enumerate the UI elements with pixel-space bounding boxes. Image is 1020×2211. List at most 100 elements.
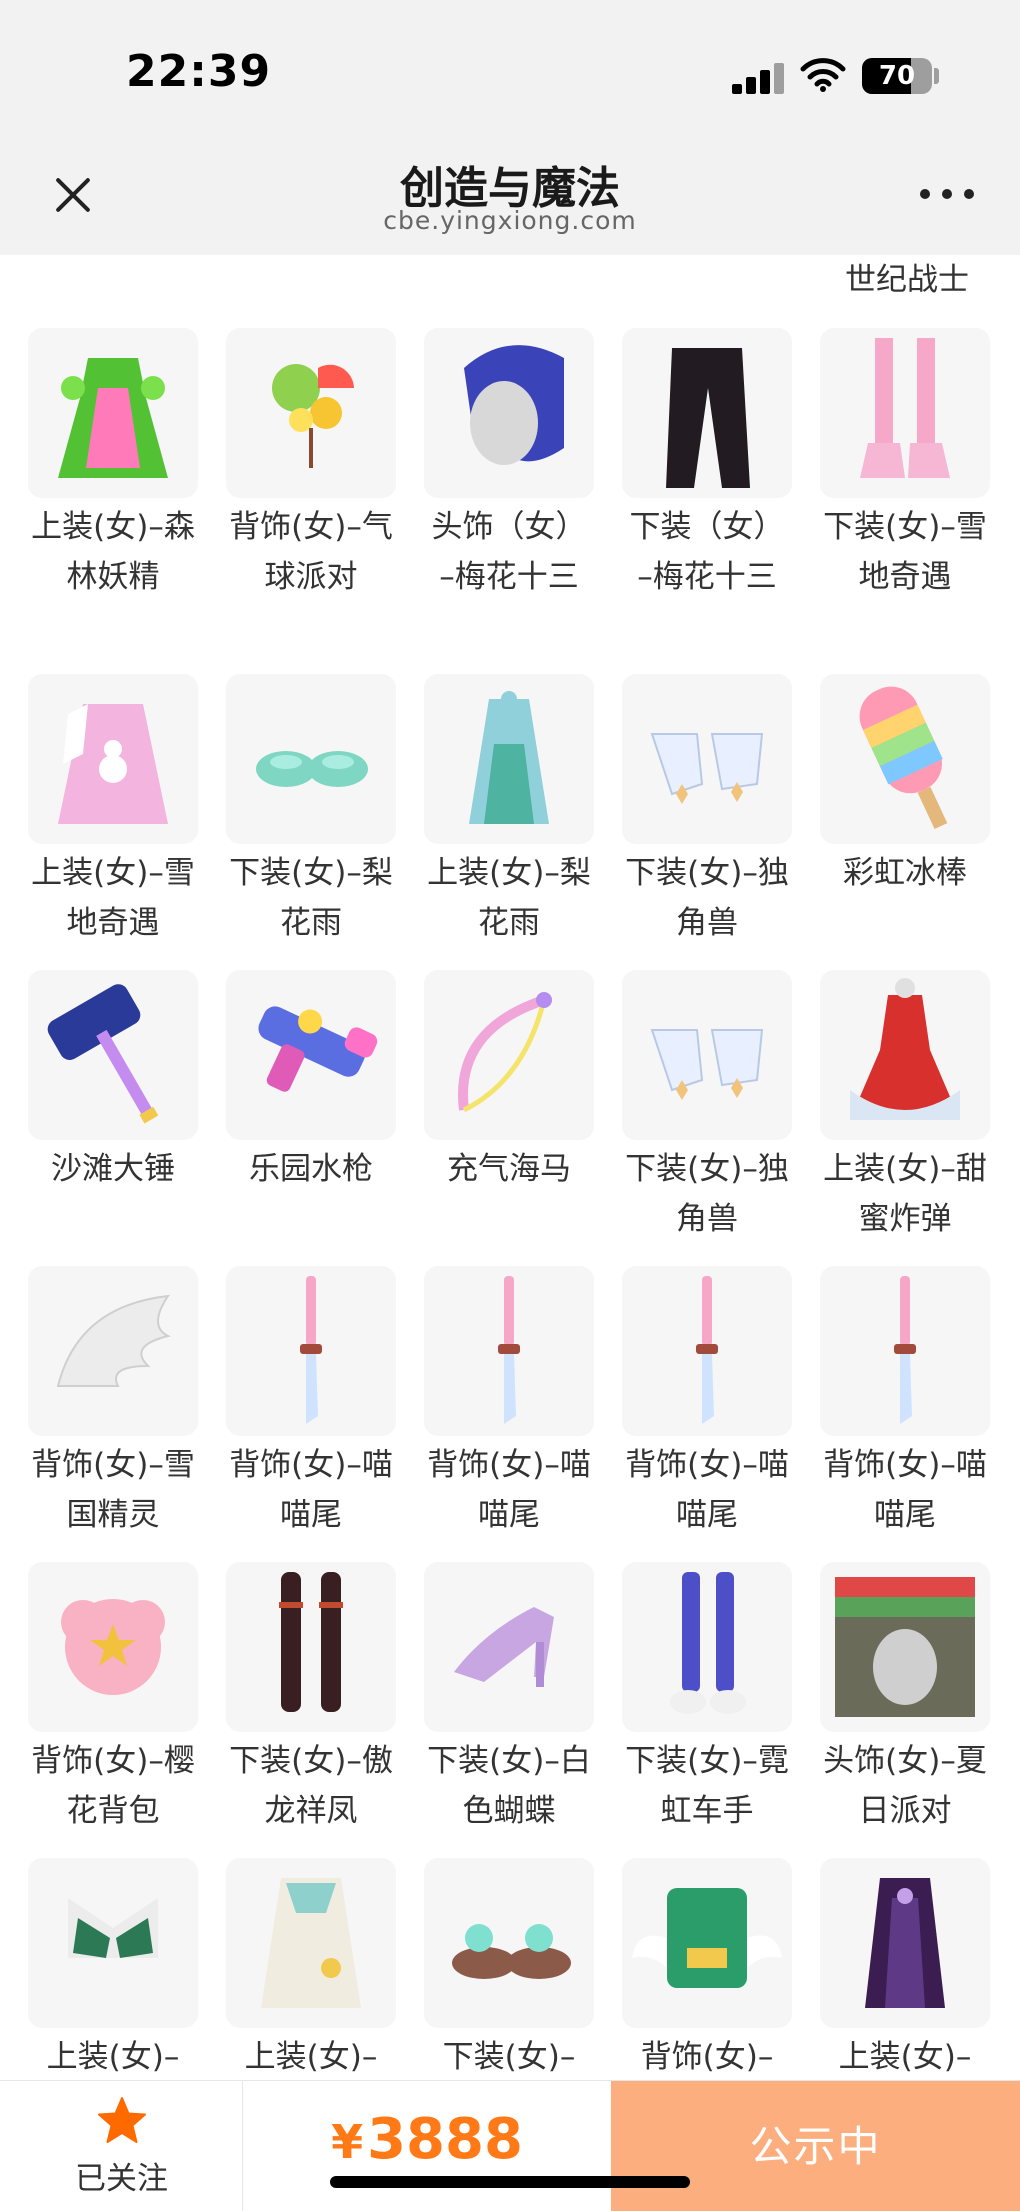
item-label: 下装(女)–梨花雨 — [229, 855, 393, 941]
item-thumbnail — [28, 970, 198, 1140]
pink-snow-dress-icon — [28, 674, 198, 844]
green-forest-dress-icon — [28, 328, 198, 498]
item-grid: 上装(女)–森林妖精 背饰(女)–气球派对 头饰（女）–梅花十三 下装（女）–梅花十三… — [28, 328, 998, 2080]
item-label: 下装(女)–白色蝴蝶 — [427, 1743, 591, 1829]
neon-legs-icon — [622, 1562, 792, 1732]
item-label: 充气海马 — [447, 1151, 571, 1187]
item-card[interactable]: 下装(女)–白色蝴蝶 — [424, 1562, 594, 1858]
fruit-balloon-icon — [226, 328, 396, 498]
item-label: 头饰（女）–梅花十三 — [431, 509, 587, 595]
item-thumbnail — [424, 1266, 594, 1436]
item-label: 下装(女)–霓虹车手 — [625, 1743, 789, 1829]
water-gun-icon — [226, 970, 396, 1140]
item-card[interactable]: 充气海马 — [424, 970, 594, 1266]
seahorse-bow-icon — [424, 970, 594, 1140]
mint-shoes-icon — [226, 674, 396, 844]
currency-symbol: ¥ — [331, 2115, 364, 2169]
item-card[interactable]: 背饰(女)– — [622, 1858, 792, 2080]
blue-hair-head-icon — [424, 328, 594, 498]
item-card[interactable]: 背饰(女)–喵喵尾 — [622, 1266, 792, 1562]
item-thumbnail — [226, 328, 396, 498]
item-label: 背饰(女)–樱花背包 — [31, 1743, 195, 1829]
white-boots-icon — [622, 674, 792, 844]
item-card[interactable]: 上装(女)–雪地奇遇 — [28, 674, 198, 970]
red-dress-icon — [820, 970, 990, 1140]
item-label: 乐园水枪 — [249, 1151, 373, 1187]
item-thumbnail — [424, 970, 594, 1140]
item-thumbnail — [424, 328, 594, 498]
price-value: 3888 — [367, 2107, 523, 2172]
item-card[interactable]: 下装(女)–独角兽 — [622, 970, 792, 1266]
item-label: 下装(女)–独角兽 — [625, 855, 789, 941]
item-thumbnail — [820, 328, 990, 498]
white-wing-icon — [28, 1266, 198, 1436]
item-card[interactable]: 上装(女)– — [820, 1858, 990, 2080]
item-list-area[interactable]: 世纪战士 上装(女)–森林妖精 背饰(女)–气球派对 头饰（女）–梅花十三 下装（女）… — [0, 255, 1020, 2080]
item-label: 下装(女)–独角兽 — [625, 1151, 789, 1237]
beach-hammer-icon — [28, 970, 198, 1140]
item-thumbnail — [28, 1266, 198, 1436]
item-thumbnail — [622, 1266, 792, 1436]
item-thumbnail — [28, 1562, 198, 1732]
public-status-button[interactable]: 公示中 — [611, 2081, 1020, 2211]
item-thumbnail — [28, 328, 198, 498]
item-card[interactable]: 背饰(女)–喵喵尾 — [820, 1266, 990, 1562]
item-thumbnail — [226, 970, 396, 1140]
battery-nub — [934, 68, 939, 84]
item-card[interactable]: 下装(女)–霓虹车手 — [622, 1562, 792, 1858]
item-card[interactable]: 背饰(女)–雪国精灵 — [28, 1266, 198, 1562]
item-card[interactable]: 背饰(女)–气球派对 — [226, 328, 396, 674]
battery-icon: 70 — [862, 58, 932, 94]
rainbow-popsicle-icon — [820, 674, 990, 844]
item-card[interactable]: 下装（女）–梅花十三 — [622, 328, 792, 674]
item-card[interactable]: 背饰(女)–喵喵尾 — [226, 1266, 396, 1562]
fluffy-shoes-icon — [424, 1858, 594, 2028]
item-label: 沙滩大锤 — [51, 1151, 175, 1187]
green-bikini-top-icon — [28, 1858, 198, 2028]
item-thumbnail — [622, 970, 792, 1140]
item-card[interactable]: 下装(女)–雪地奇遇 — [820, 328, 990, 674]
item-thumbnail — [424, 674, 594, 844]
purple-dress-icon — [820, 1858, 990, 2028]
item-thumbnail — [424, 1858, 594, 2028]
item-card[interactable]: 上装(女)–甜蜜炸弹 — [820, 970, 990, 1266]
item-card[interactable]: 沙滩大锤 — [28, 970, 198, 1266]
item-thumbnail — [820, 1266, 990, 1436]
item-card[interactable]: 下装(女)–傲龙祥凤 — [226, 1562, 396, 1858]
item-thumbnail — [820, 1562, 990, 1732]
item-card[interactable]: 乐园水枪 — [226, 970, 396, 1266]
item-label: 背饰(女)–喵喵尾 — [625, 1447, 789, 1533]
high-heel-icon — [424, 1562, 594, 1732]
item-thumbnail — [820, 970, 990, 1140]
item-thumbnail — [622, 674, 792, 844]
item-label: 背饰(女)–雪国精灵 — [31, 1447, 195, 1533]
item-card[interactable]: 头饰（女）–梅花十三 — [424, 328, 594, 674]
item-card[interactable]: 头饰(女)–夏日派对 — [820, 1562, 990, 1858]
item-card[interactable]: 彩虹冰棒 — [820, 674, 990, 970]
more-options-button[interactable] — [918, 185, 978, 205]
item-thumbnail — [226, 1266, 396, 1436]
follow-button[interactable]: 已关注 — [0, 2081, 243, 2211]
item-label: 背饰(女)–喵喵尾 — [229, 1447, 393, 1533]
item-label: 上装(女)– — [244, 2039, 378, 2075]
item-label: 上装(女)–甜蜜炸弹 — [823, 1151, 987, 1237]
item-card[interactable]: 下装(女)– — [424, 1858, 594, 2080]
item-card[interactable]: 背饰(女)–喵喵尾 — [424, 1266, 594, 1562]
cat-tail-icon — [820, 1266, 990, 1436]
item-label: 背饰(女)–喵喵尾 — [427, 1447, 591, 1533]
item-card[interactable]: 下装(女)–梨花雨 — [226, 674, 396, 970]
item-card[interactable]: 上装(女)–梨花雨 — [424, 674, 594, 970]
price-display: ¥3888 — [243, 2107, 611, 2172]
item-thumbnail — [622, 1858, 792, 2028]
item-card[interactable]: 背饰(女)–樱花背包 — [28, 1562, 198, 1858]
item-card[interactable]: 下装(女)–独角兽 — [622, 674, 792, 970]
item-label: 下装（女）–梅花十三 — [629, 509, 785, 595]
signal-icon — [732, 62, 784, 94]
item-card[interactable]: 上装(女)– — [28, 1858, 198, 2080]
item-card[interactable]: 上装(女)– — [226, 1858, 396, 2080]
item-label: 上装(女)–雪地奇遇 — [31, 855, 195, 941]
dark-stockings-icon — [226, 1562, 396, 1732]
item-thumbnail — [28, 674, 198, 844]
item-card[interactable]: 上装(女)–森林妖精 — [28, 328, 198, 674]
white-boots-icon — [622, 970, 792, 1140]
